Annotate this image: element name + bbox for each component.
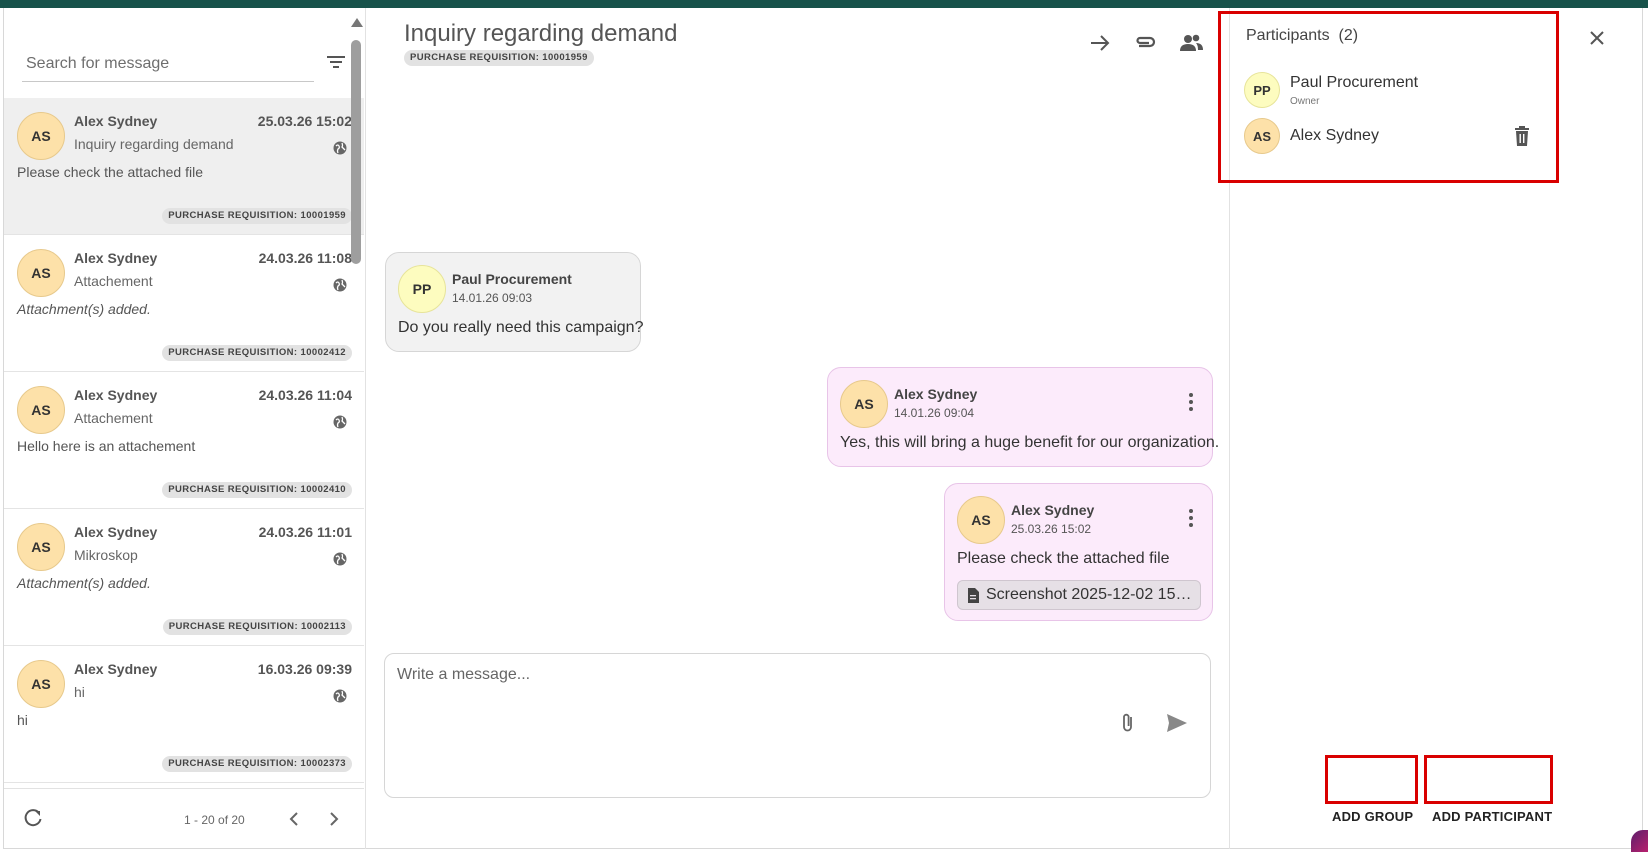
chevron-right-icon[interactable] [322, 808, 344, 830]
message-author: Alex Sydney [894, 386, 978, 402]
globe-icon [333, 689, 347, 703]
avatar: AS [840, 380, 888, 428]
message-preview: Please check the attached file [17, 164, 204, 180]
list-item[interactable]: AS Alex Sydney 24.03.26 11:01 Mikroskop … [4, 509, 364, 646]
message-time: 14.01.26 09:04 [894, 406, 975, 420]
conversation-title: Inquiry regarding demand [404, 20, 678, 47]
sender-name: Alex Sydney [74, 113, 158, 129]
globe-icon [333, 552, 347, 566]
avatar: AS [17, 660, 65, 708]
message-subject: Mikroskop [74, 547, 138, 563]
sender-name: Alex Sydney [74, 661, 158, 677]
more-vert-icon[interactable] [1188, 508, 1194, 528]
sender-name: Alex Sydney [74, 524, 158, 540]
message-subject: Inquiry regarding demand [74, 136, 234, 152]
avatar: AS [17, 249, 65, 297]
highlight-add-participant [1424, 755, 1553, 804]
message-bubble: AS Alex Sydney 25.03.26 15:02 Please che… [944, 483, 1213, 621]
attachment-icon[interactable] [1132, 30, 1158, 56]
list-footer: 1 - 20 of 20 [4, 788, 364, 848]
add-group-button[interactable]: ADD GROUP [1332, 804, 1413, 828]
message-time: 16.03.26 09:39 [257, 661, 352, 677]
requisition-tag: PURCHASE REQUISITION: 10002412 [162, 345, 352, 361]
message-composer [384, 653, 1211, 798]
attachment-chip[interactable]: Screenshot 2025-12-02 1552... [957, 580, 1201, 610]
chevron-left-icon[interactable] [284, 808, 306, 830]
requisition-tag: PURCHASE REQUISITION: 10001959 [162, 208, 352, 224]
avatar: AS [17, 386, 65, 434]
globe-icon [333, 415, 347, 429]
scroll-up-arrow[interactable] [351, 18, 363, 27]
search-field [22, 48, 314, 82]
requisition-tag: PURCHASE REQUISITION: 10002113 [162, 619, 352, 635]
message-preview: hi [17, 712, 28, 728]
avatar: AS [957, 496, 1005, 544]
message-subject: hi [74, 684, 85, 700]
requisition-tag: PURCHASE REQUISITION: 10001959 [404, 50, 594, 66]
list-scrollbar[interactable] [348, 12, 364, 842]
message-time: 24.03.26 11:01 [258, 524, 352, 540]
message-preview: Hello here is an attachement [17, 438, 196, 454]
message-list: AS Alex Sydney 25.03.26 15:02 Inquiry re… [4, 98, 364, 788]
sender-name: Alex Sydney [74, 387, 158, 403]
message-bubble: AS Alex Sydney 14.01.26 09:04 Yes, this … [827, 367, 1219, 467]
list-item[interactable]: AS Alex Sydney 24.03.26 11:08 Attachemen… [4, 235, 364, 372]
globe-icon [333, 141, 347, 155]
search-input[interactable] [22, 48, 314, 80]
message-author: Paul Procurement [452, 271, 572, 287]
top-accent-bar [0, 0, 1648, 8]
attachment-name: Screenshot 2025-12-02 1552... [986, 586, 1201, 603]
list-item[interactable]: AS Alex Sydney 25.03.26 15:02 Inquiry re… [4, 98, 364, 235]
list-item[interactable]: AS Alex Sydney 24.03.26 11:04 Attachemen… [4, 372, 364, 509]
conversation-panel: Inquiry regarding demand PURCHASE REQUIS… [367, 8, 1229, 849]
document-icon [968, 588, 979, 603]
filter-icon[interactable] [325, 52, 347, 72]
message-input[interactable] [397, 666, 1187, 706]
message-author: Alex Sydney [1011, 502, 1095, 518]
requisition-tag: PURCHASE REQUISITION: 10002373 [162, 756, 352, 772]
avatar: PP [398, 265, 446, 313]
forward-icon[interactable] [1087, 30, 1113, 56]
message-time: 25.03.26 15:02 [257, 113, 352, 129]
requisition-tag: PURCHASE REQUISITION: 10002410 [162, 482, 352, 498]
attachment-icon[interactable] [1116, 711, 1140, 735]
send-icon[interactable] [1165, 712, 1189, 734]
message-time: 14.01.26 09:03 [452, 291, 533, 305]
message-text: Do you really need this campaign? [398, 319, 644, 336]
pagination-range: 1 - 20 of 20 [184, 813, 245, 827]
message-subject: Attachement [74, 273, 153, 289]
message-preview: Attachment(s) added. [17, 301, 151, 317]
avatar: AS [17, 112, 65, 160]
message-text: Yes, this will bring a huge benefit for … [840, 434, 1220, 451]
message-time: 24.03.26 11:08 [258, 250, 352, 266]
highlight-participants [1218, 11, 1559, 183]
corner-decoration [1631, 830, 1648, 852]
message-preview: Attachment(s) added. [17, 575, 151, 591]
sender-name: Alex Sydney [74, 250, 158, 266]
add-participant-button[interactable]: ADD PARTICIPANT [1432, 804, 1552, 828]
message-bubble: PP Paul Procurement 14.01.26 09:03 Do yo… [385, 252, 644, 352]
message-time: 24.03.26 11:04 [258, 387, 352, 403]
avatar: AS [17, 523, 65, 571]
globe-icon [333, 278, 347, 292]
message-text: Please check the attached file [957, 550, 1170, 567]
more-vert-icon[interactable] [1188, 392, 1194, 412]
participants-icon[interactable] [1178, 30, 1204, 56]
list-item[interactable]: AS Alex Sydney 16.03.26 09:39 hi hi PURC… [4, 646, 364, 783]
message-list-panel: AS Alex Sydney 25.03.26 15:02 Inquiry re… [4, 8, 366, 849]
scroll-thumb[interactable] [351, 40, 361, 264]
message-time: 25.03.26 15:02 [1011, 522, 1092, 536]
refresh-icon[interactable] [22, 807, 44, 829]
highlight-add-group [1325, 755, 1418, 804]
message-subject: Attachement [74, 410, 153, 426]
close-icon[interactable] [1587, 28, 1607, 48]
